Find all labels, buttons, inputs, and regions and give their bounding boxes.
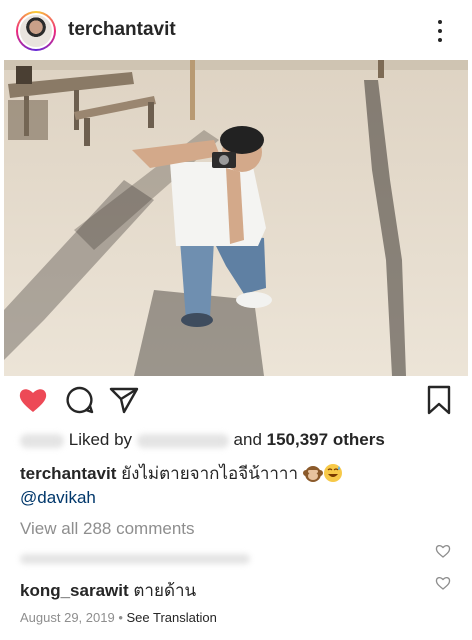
comment-text: ตายด้าน xyxy=(133,581,197,600)
likes-summary[interactable]: Liked by and 150,397 others xyxy=(20,430,385,450)
monkey-emoji xyxy=(302,466,323,482)
comment-username[interactable]: kong_sarawit xyxy=(20,581,129,600)
caption-text: ยังไม่ตายจากไอจีน้าาาา xyxy=(121,464,298,483)
liked-by-and: and xyxy=(233,430,262,449)
comment-icon[interactable] xyxy=(64,384,96,416)
post-header: terchantavit xyxy=(0,0,472,60)
redacted-comment xyxy=(20,548,250,568)
post-photo[interactable] xyxy=(4,60,468,376)
caption-mention[interactable]: @davikah xyxy=(20,488,96,508)
bookmark-icon[interactable] xyxy=(423,384,455,416)
comment-row: kong_sarawit ตายด้าน xyxy=(20,577,196,604)
grinning-sweat-emoji xyxy=(323,464,342,482)
liked-by-label: Liked by xyxy=(68,430,133,449)
redacted-avatars xyxy=(20,433,64,448)
avatar[interactable] xyxy=(16,11,56,51)
comment-like-heart-icon[interactable] xyxy=(435,575,451,591)
meta-separator: • xyxy=(118,610,123,625)
view-all-comments-link[interactable]: View all 288 comments xyxy=(20,519,195,539)
caption-username[interactable]: terchantavit xyxy=(20,464,116,483)
share-icon[interactable] xyxy=(108,384,140,416)
heart-icon[interactable] xyxy=(17,384,49,416)
post-date: August 29, 2019 xyxy=(20,610,115,625)
see-translation-link[interactable]: See Translation xyxy=(127,610,217,625)
action-bar xyxy=(0,384,472,420)
post-username[interactable]: terchantavit xyxy=(68,19,176,41)
others-count[interactable]: 150,397 others xyxy=(267,430,385,449)
post-meta: August 29, 2019 • See Translation xyxy=(20,610,217,625)
redacted-username xyxy=(136,433,229,448)
caption: terchantavit ยังไม่ตายจากไอจีน้าาาา xyxy=(20,460,343,487)
more-options-icon[interactable] xyxy=(430,20,450,42)
comment-like-heart-icon[interactable] xyxy=(435,543,451,559)
